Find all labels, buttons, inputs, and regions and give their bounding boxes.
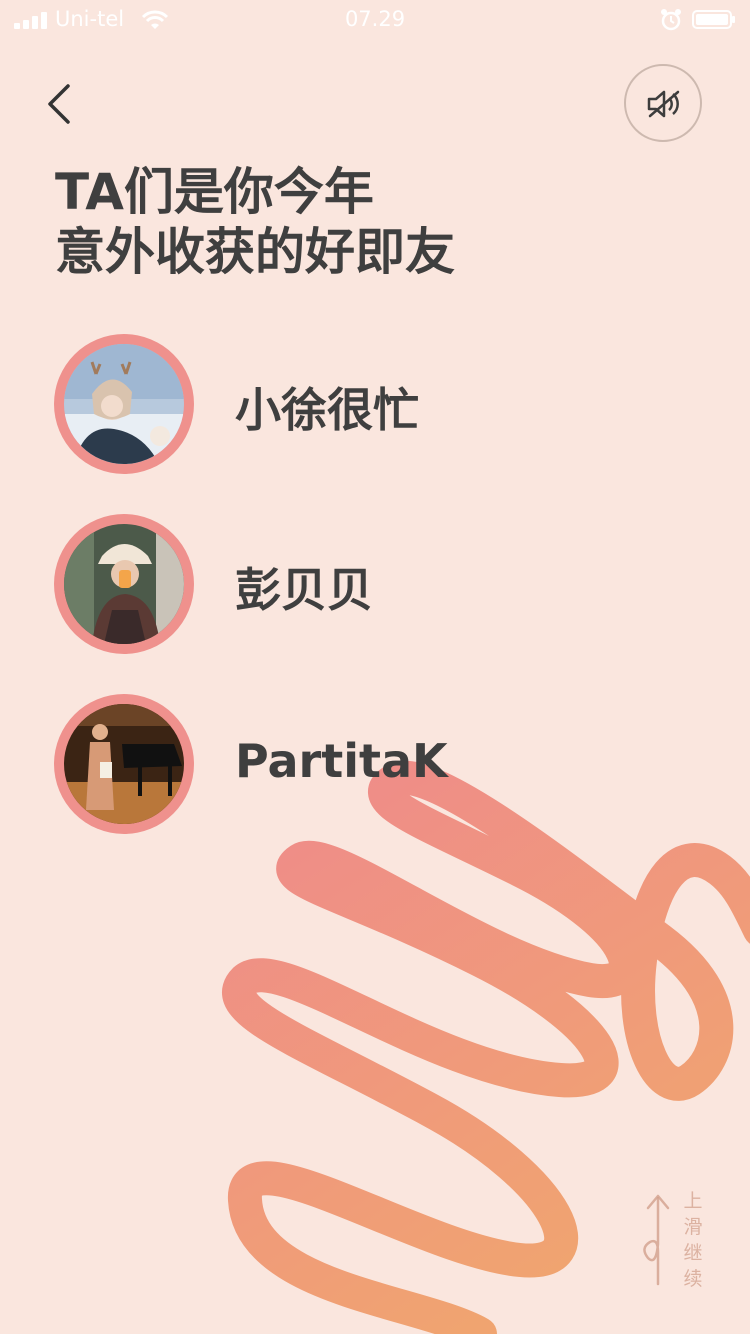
swipe-hint-char: 续 <box>683 1268 703 1290</box>
avatar-ring <box>54 694 194 834</box>
friend-item[interactable]: 小徐很忙 <box>54 334 654 474</box>
swipe-up-hint[interactable]: 上 滑 继 续 <box>636 1188 706 1290</box>
swipe-hint-char: 上 <box>683 1190 703 1212</box>
friend-name: PartitaK <box>235 734 448 788</box>
back-button[interactable] <box>38 80 82 128</box>
avatar[interactable] <box>64 344 184 464</box>
status-bar: Uni-tel 07.29 <box>0 0 750 40</box>
avatar[interactable] <box>64 524 184 644</box>
status-time: 07.29 <box>344 7 406 31</box>
speaker-muted-icon <box>647 90 680 118</box>
friend-item[interactable]: PartitaK <box>54 694 654 834</box>
friend-name: 彭贝贝 <box>235 563 373 617</box>
alarm-clock-icon <box>661 9 681 31</box>
battery-icon <box>692 10 735 29</box>
swipe-up-arrow-icon <box>643 1194 670 1286</box>
avatar-ring <box>54 334 194 474</box>
avatar[interactable] <box>64 704 184 824</box>
chevron-left-icon <box>48 84 70 124</box>
swipe-hint-text: 上 滑 继 续 <box>682 1188 704 1292</box>
sound-toggle-button[interactable] <box>624 64 702 142</box>
title-line-1: TA们是你今年 <box>55 163 374 221</box>
page-title: TA们是你今年 意外收获的好即友 <box>55 162 455 282</box>
avatar-image <box>64 524 184 644</box>
swipe-hint-char: 滑 <box>683 1216 703 1238</box>
friend-item[interactable]: 彭贝贝 <box>54 514 654 654</box>
avatar-image <box>64 344 184 464</box>
title-line-2: 意外收获的好即友 <box>55 223 455 281</box>
swipe-hint-char: 继 <box>683 1242 703 1264</box>
avatar-image <box>64 704 184 824</box>
avatar-ring <box>54 514 194 654</box>
friend-name: 小徐很忙 <box>235 383 419 437</box>
